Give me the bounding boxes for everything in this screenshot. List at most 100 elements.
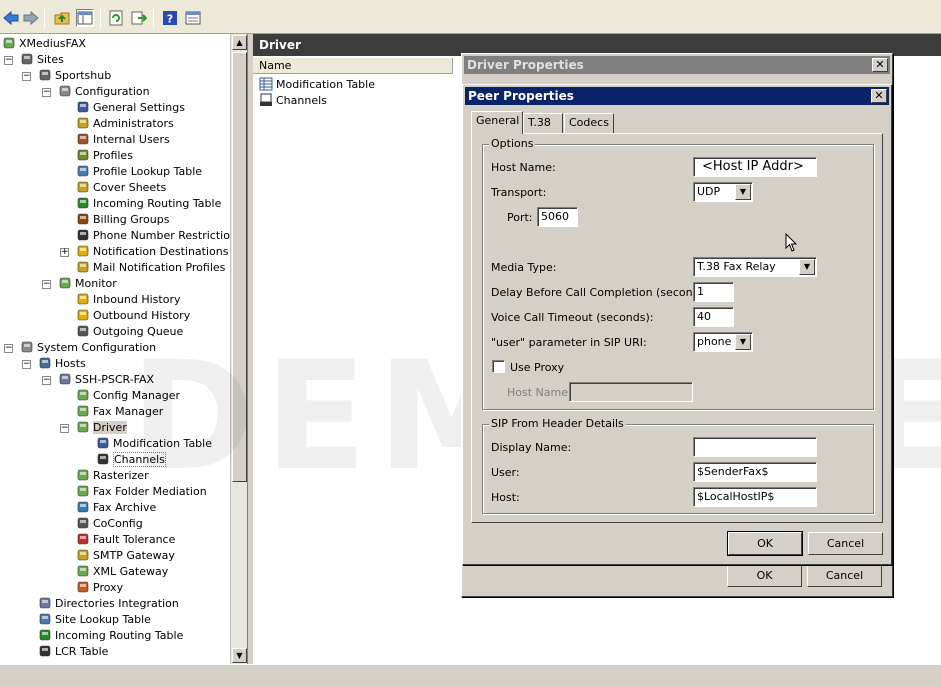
queue-icon: [76, 324, 90, 338]
collapse-icon[interactable]: −: [22, 360, 31, 369]
tree-item[interactable]: Fax Archive: [76, 500, 156, 516]
peer-ok-button[interactable]: OK: [727, 531, 803, 556]
tree-item-label: SMTP Gateway: [93, 549, 175, 562]
tree-item[interactable]: Site Lookup Table: [38, 612, 151, 628]
tree-item[interactable]: SMTP Gateway: [76, 548, 175, 564]
properties-icon[interactable]: [184, 9, 202, 27]
tree-item[interactable]: Incoming Routing Table: [38, 628, 183, 644]
peer-cancel-button[interactable]: Cancel: [808, 532, 883, 555]
tree-item[interactable]: Administrators: [76, 116, 174, 132]
host-name-field[interactable]: <Host IP Addr>: [693, 157, 817, 177]
warning-icon: [76, 244, 90, 258]
tree-item[interactable]: Channels: [96, 452, 166, 468]
expand-icon[interactable]: +: [60, 248, 69, 257]
tree-item[interactable]: Configuration: [58, 84, 150, 100]
tab-t38[interactable]: T.38: [523, 113, 563, 133]
tree-item[interactable]: Driver: [76, 420, 127, 436]
up-folder-icon[interactable]: [53, 9, 71, 27]
host-name-label: Host Name:: [491, 161, 556, 174]
tree-item[interactable]: Internal Users: [76, 132, 170, 148]
tree-item-label: Internal Users: [93, 133, 170, 146]
tree-item[interactable]: Profiles: [76, 148, 133, 164]
host-label: Host:: [491, 491, 520, 504]
tree-scrollbar[interactable]: ▲ ▼: [230, 34, 247, 664]
help-icon[interactable]: ?: [161, 9, 179, 27]
peer-properties-dialog: Peer Properties ✕ General T.38 Codecs Op…: [462, 84, 892, 565]
tree-item[interactable]: LCR Table: [38, 644, 108, 660]
tree-item[interactable]: Incoming Routing Table: [76, 196, 221, 212]
tree-item[interactable]: Outbound History: [76, 308, 190, 324]
list-item[interactable]: Modification Table: [259, 77, 375, 93]
host-field[interactable]: $LocalHostIP$: [693, 487, 817, 507]
tree-item[interactable]: SSH-PSCR-FAX: [58, 372, 154, 388]
show-tree-icon[interactable]: [76, 9, 94, 27]
media-type-select[interactable]: T.38 Fax Relay ▼: [693, 257, 817, 277]
chevron-down-icon[interactable]: ▼: [735, 184, 751, 200]
tree-item[interactable]: Profile Lookup Table: [76, 164, 202, 180]
scroll-up-button[interactable]: ▲: [232, 35, 247, 50]
tree-item[interactable]: Fault Tolerance: [76, 532, 175, 548]
export-icon[interactable]: [130, 9, 148, 27]
tree-item[interactable]: General Settings: [76, 100, 185, 116]
tree-item[interactable]: Outgoing Queue: [76, 324, 183, 340]
column-header-name[interactable]: Name: [253, 58, 453, 74]
list-item-label: Modification Table: [276, 78, 375, 91]
transport-select[interactable]: UDP ▼: [693, 182, 753, 202]
tree-item[interactable]: XML Gateway: [76, 564, 168, 580]
driver-cancel-button[interactable]: Cancel: [807, 564, 882, 587]
collapse-icon[interactable]: −: [42, 280, 51, 289]
transport-label: Transport:: [491, 186, 547, 199]
voice-timeout-field[interactable]: 40: [693, 307, 734, 327]
tree-item[interactable]: Phone Number Restriction: [76, 228, 237, 244]
tree-item[interactable]: Mail Notification Profiles: [76, 260, 225, 276]
use-proxy-checkbox[interactable]: [492, 360, 505, 373]
driver-ok-button[interactable]: OK: [727, 564, 802, 587]
routing-icon: [76, 196, 90, 210]
tree-item[interactable]: Monitor: [58, 276, 117, 292]
tree-item[interactable]: Notification Destinations: [76, 244, 228, 260]
tree-item[interactable]: Sportshub: [38, 68, 111, 84]
tree-item[interactable]: Cover Sheets: [76, 180, 166, 196]
back-icon[interactable]: [2, 9, 20, 27]
close-icon[interactable]: ✕: [872, 58, 888, 72]
chevron-down-icon[interactable]: ▼: [799, 259, 815, 275]
collapse-icon[interactable]: −: [4, 344, 13, 353]
tree-item[interactable]: Modification Table: [96, 436, 212, 452]
collapse-icon[interactable]: −: [42, 88, 51, 97]
user-param-select[interactable]: phone ▼: [693, 332, 753, 352]
tree-item[interactable]: Rasterizer: [76, 468, 149, 484]
collapse-icon[interactable]: −: [60, 424, 69, 433]
tree-item-label: Incoming Routing Table: [55, 629, 184, 642]
tree-item[interactable]: System Configuration: [20, 340, 156, 356]
collapse-icon[interactable]: −: [22, 72, 31, 81]
forward-icon[interactable]: [22, 9, 40, 27]
tree-item[interactable]: Config Manager: [76, 388, 180, 404]
port-field[interactable]: 5060: [537, 207, 578, 227]
tree-item[interactable]: Directories Integration: [38, 596, 179, 612]
scroll-thumb[interactable]: [232, 52, 247, 482]
tree-item[interactable]: Hosts: [38, 356, 86, 372]
refresh-icon[interactable]: [107, 9, 125, 27]
delay-field[interactable]: 1: [693, 282, 734, 302]
tab-codecs[interactable]: Codecs: [564, 113, 614, 133]
tree-item[interactable]: Sites: [20, 52, 64, 68]
port-label: Port:: [507, 211, 533, 224]
tree-item[interactable]: CoConfig: [76, 516, 143, 532]
collapse-icon[interactable]: −: [42, 376, 51, 385]
tree-item[interactable]: Fax Folder Mediation: [76, 484, 207, 500]
tab-general[interactable]: General: [471, 111, 523, 134]
user-field[interactable]: $SenderFax$: [693, 462, 817, 482]
scroll-down-button[interactable]: ▼: [232, 648, 247, 663]
list-item[interactable]: Channels: [259, 93, 327, 109]
tree-item[interactable]: Billing Groups: [76, 212, 169, 228]
collapse-icon[interactable]: −: [4, 56, 13, 65]
chevron-down-icon[interactable]: ▼: [735, 334, 751, 350]
driver-properties-title-text: Driver Properties: [467, 58, 584, 72]
tree-item[interactable]: Proxy: [76, 580, 123, 596]
close-icon[interactable]: ✕: [871, 89, 887, 103]
display-name-field[interactable]: [693, 437, 817, 457]
tree-item[interactable]: Fax Manager: [76, 404, 163, 420]
tree-item-label: Sites: [37, 53, 64, 66]
tree-item[interactable]: Inbound History: [76, 292, 180, 308]
tree-item[interactable]: XMediusFAX: [2, 36, 86, 52]
